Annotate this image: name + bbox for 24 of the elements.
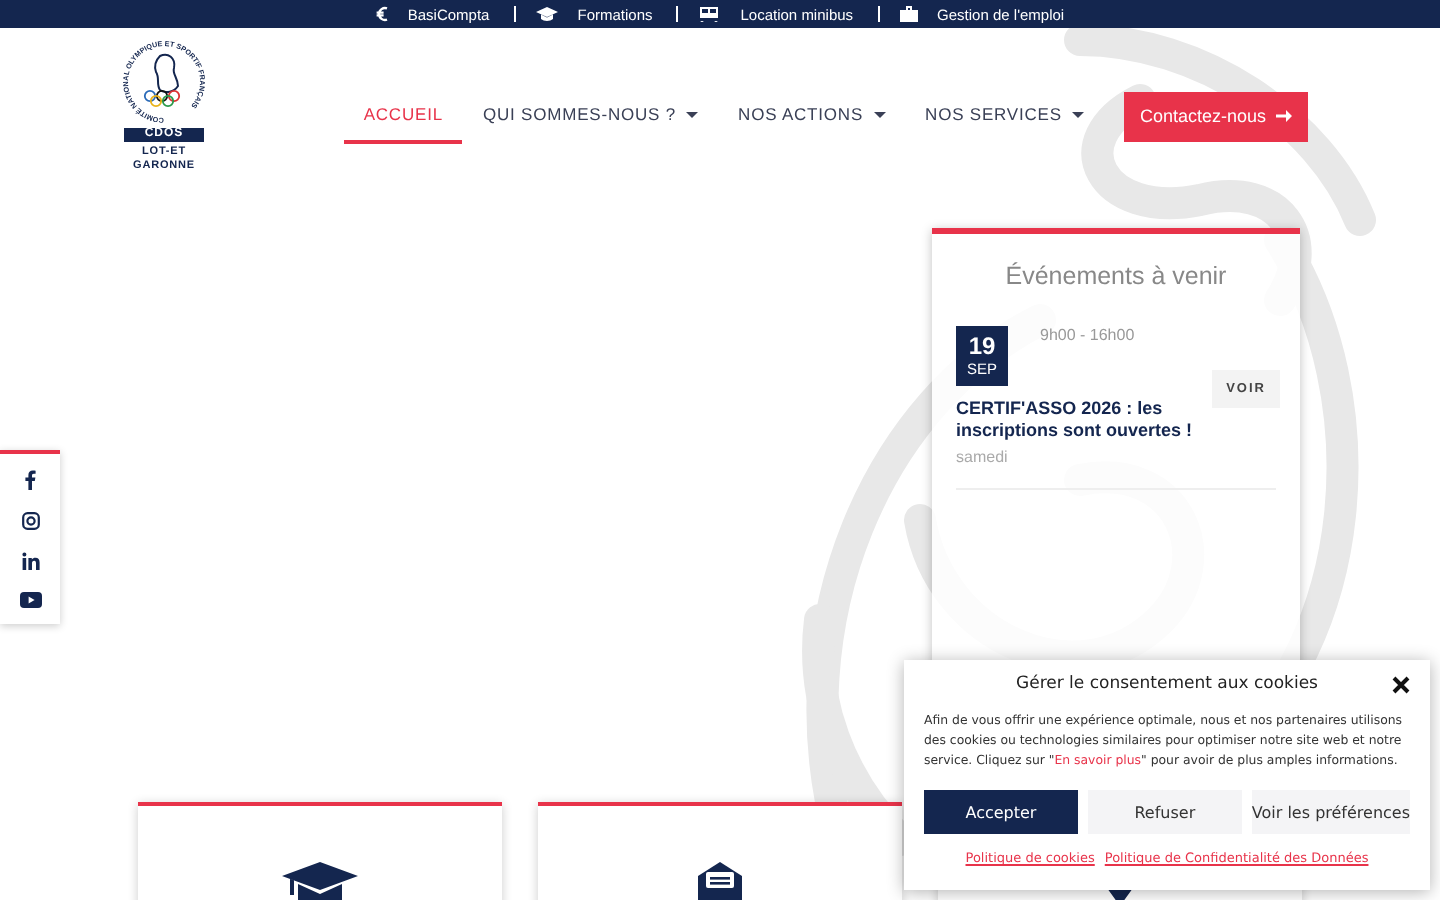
nav-item[interactable]: ACCUEIL bbox=[343, 88, 463, 144]
event-title[interactable]: CERTIF'ASSO 2026 : les inscriptions sont ouvertes ! bbox=[956, 398, 1196, 442]
dialog-button[interactable]: Refuser bbox=[1087, 790, 1242, 834]
graduation-cap-icon bbox=[535, 6, 558, 22]
nav-item[interactable]: QUI SOMMES-NOUS ? bbox=[462, 88, 719, 144]
events-title: Événements à venir bbox=[1003, 262, 1229, 290]
contact-button[interactable]: Contactez-nous bbox=[1123, 91, 1308, 141]
dialog-button[interactable]: Voir les préférences bbox=[1251, 790, 1411, 834]
event-time: 9h00 - 16h00 bbox=[1040, 326, 1135, 348]
bus-icon bbox=[698, 6, 721, 22]
euro-icon bbox=[375, 6, 388, 22]
accept-button[interactable]: Accepter bbox=[924, 790, 1078, 834]
instagram-icon[interactable] bbox=[21, 512, 39, 531]
briefcase-icon bbox=[899, 6, 918, 22]
nav-item[interactable]: NOS ACTIONS bbox=[718, 88, 906, 144]
nav-item[interactable]: NOS SERVICES bbox=[905, 88, 1104, 144]
event-weekday: samedi bbox=[956, 448, 1276, 490]
graduation-cap-icon bbox=[282, 862, 358, 900]
facebook-icon[interactable] bbox=[24, 470, 36, 491]
linkedin-icon[interactable] bbox=[21, 551, 39, 570]
arrow-icon bbox=[1276, 110, 1292, 122]
close-icon[interactable] bbox=[1392, 676, 1410, 694]
youtube-icon[interactable] bbox=[19, 591, 41, 608]
dialog-title: Gérer le consentement aux cookies bbox=[1016, 674, 1318, 694]
